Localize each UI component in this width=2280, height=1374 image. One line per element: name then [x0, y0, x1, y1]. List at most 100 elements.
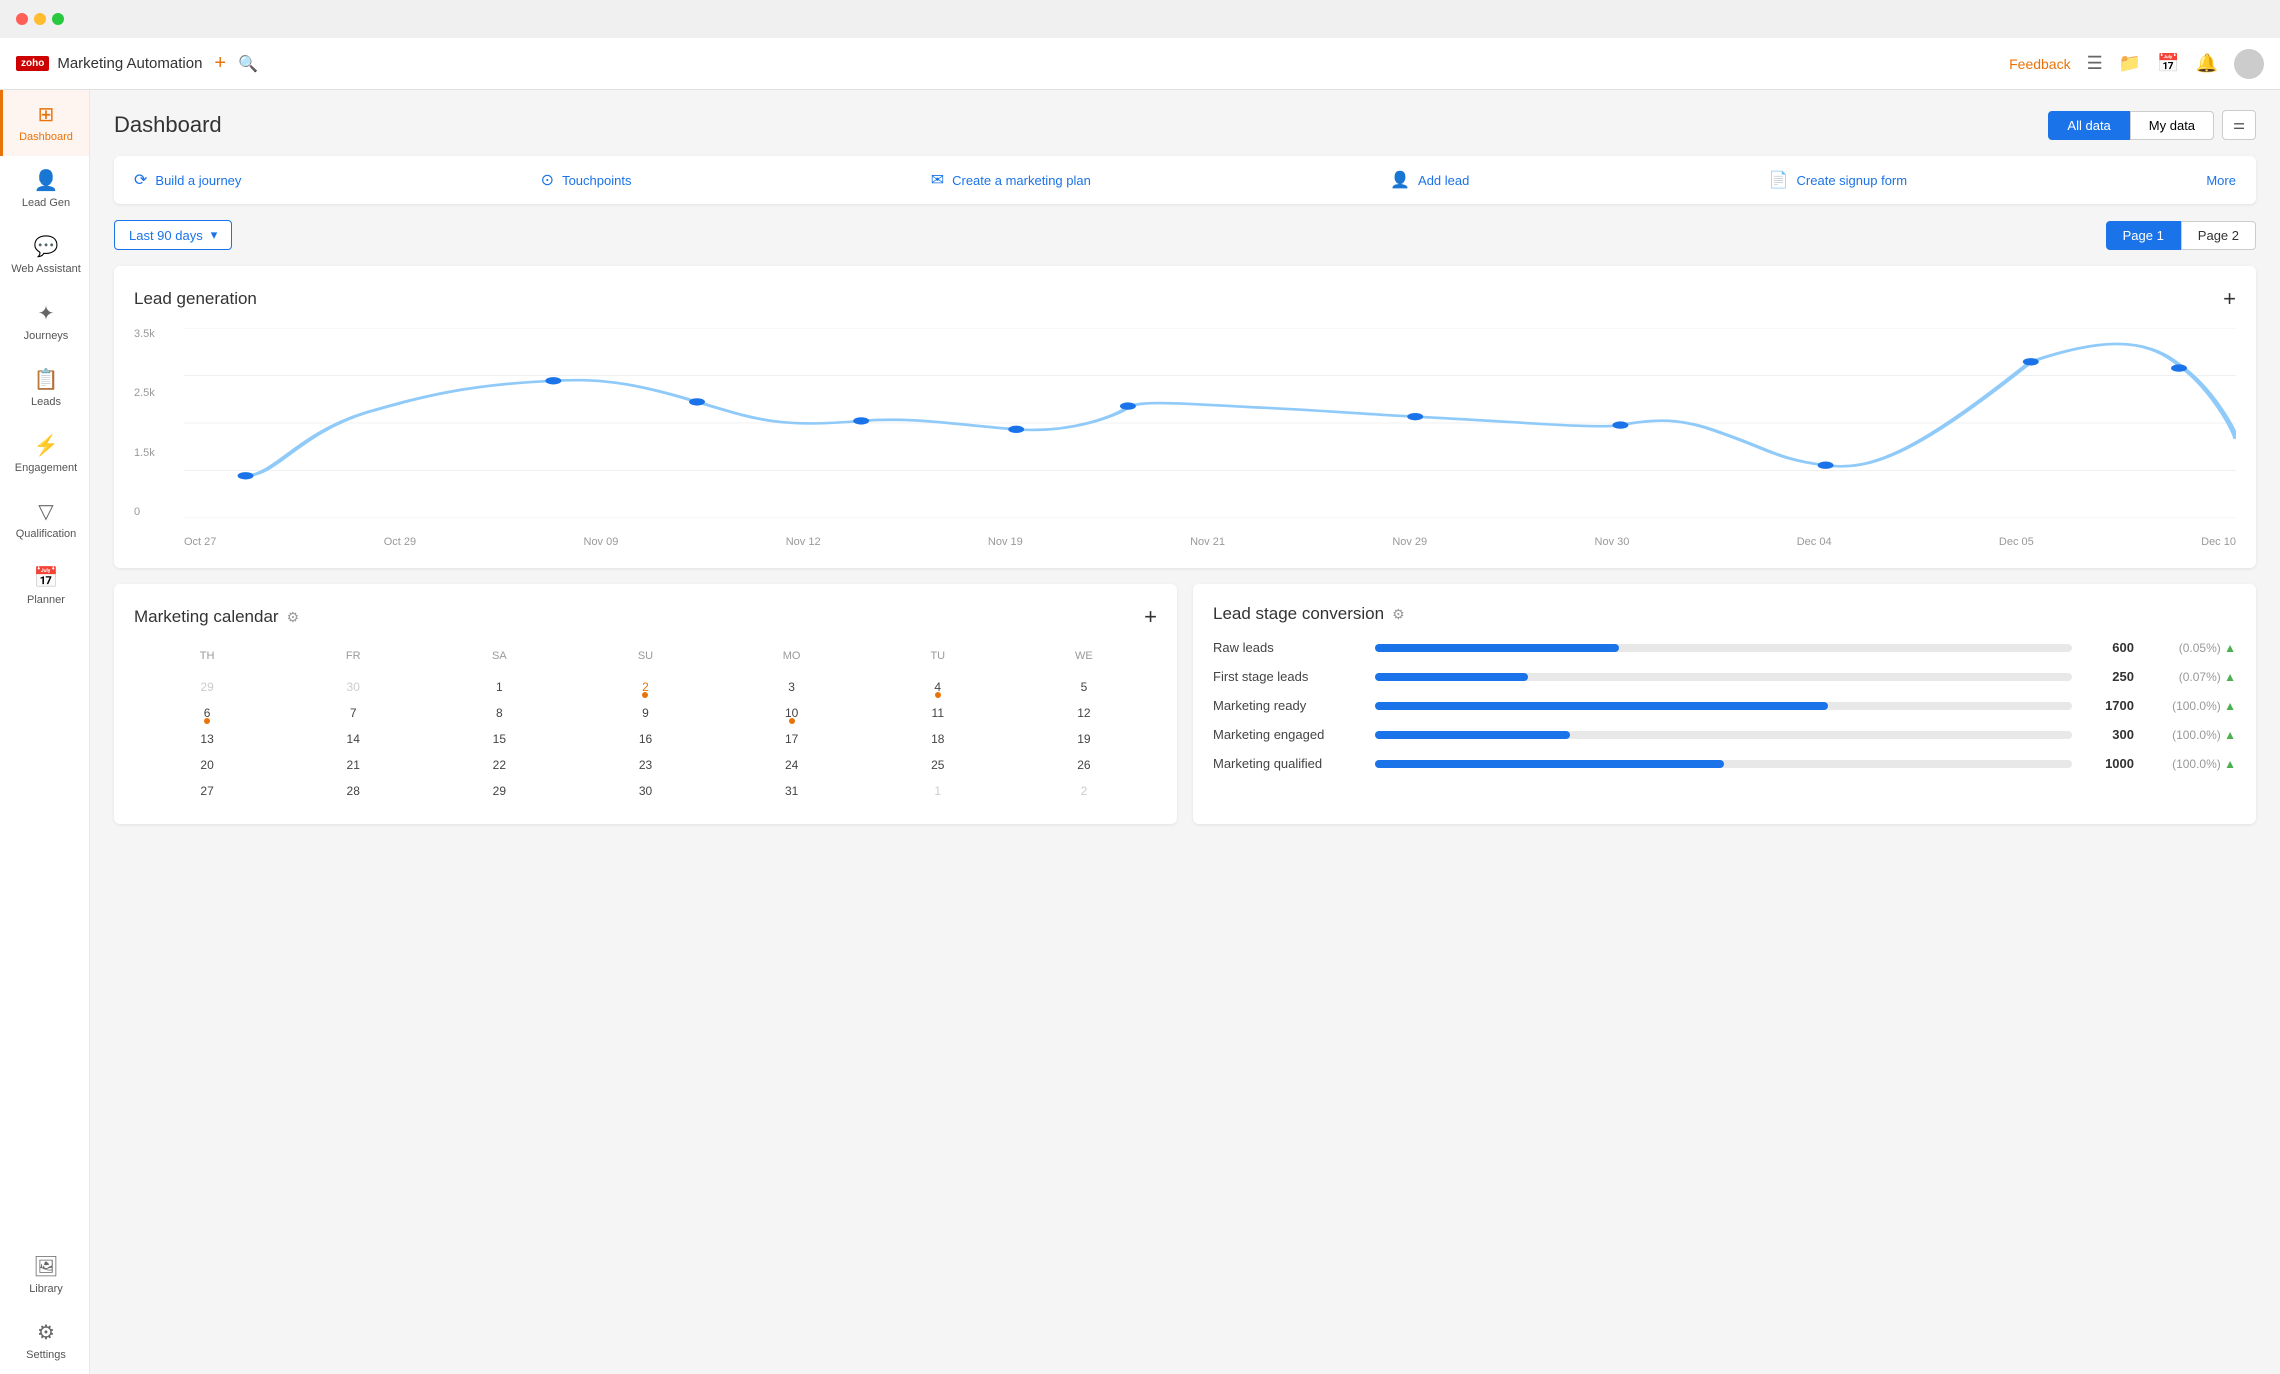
page-2-button[interactable]: Page 2	[2181, 221, 2256, 250]
build-journey-link[interactable]: ⟳ Build a journey	[134, 170, 241, 190]
cal-cell[interactable]: 29	[426, 778, 572, 804]
x-label-dec10: Dec 10	[2201, 536, 2236, 548]
conv-value-mkt-qualified: 1000	[2084, 756, 2134, 771]
maximize-dot[interactable]	[52, 13, 64, 25]
cal-cell[interactable]: 15	[426, 726, 572, 752]
cal-cell[interactable]: 2	[1011, 778, 1157, 804]
day-header-tu: TU	[865, 646, 1011, 666]
calendar-add-button[interactable]: +	[1144, 604, 1157, 630]
cal-cell[interactable]: 3	[719, 674, 865, 700]
cal-cell[interactable]: 25	[865, 752, 1011, 778]
cal-cell[interactable]: 11	[865, 700, 1011, 726]
x-label-nov21: Nov 21	[1190, 536, 1225, 548]
calendar-settings-icon[interactable]: ⚙	[287, 609, 300, 626]
sidebar-item-leads[interactable]: 📋 Leads	[0, 355, 89, 421]
create-form-link[interactable]: 📄 Create signup form	[1769, 170, 1907, 190]
close-dot[interactable]	[16, 13, 28, 25]
cal-cell[interactable]: 27	[134, 778, 280, 804]
date-dropdown[interactable]: Last 90 days ▾	[114, 220, 232, 250]
data-point	[689, 398, 705, 405]
touchpoints-link[interactable]: ⊙ Touchpoints	[541, 170, 632, 190]
cal-cell[interactable]: 20	[134, 752, 280, 778]
cal-cell[interactable]: 28	[280, 778, 426, 804]
cal-cell[interactable]: 21	[280, 752, 426, 778]
cal-cell[interactable]: 8	[426, 700, 572, 726]
cal-cell[interactable]: 31	[719, 778, 865, 804]
page-1-button[interactable]: Page 1	[2106, 221, 2181, 250]
calendar-week-4: 20 21 22 23 24 25 26	[134, 752, 1157, 778]
add-lead-link[interactable]: 👤 Add lead	[1390, 170, 1469, 190]
sidebar-item-web-assistant[interactable]: 💬 Web Assistant	[0, 222, 89, 288]
conversion-title: Lead stage conversion	[1213, 604, 1384, 624]
cal-cell[interactable]: 17	[719, 726, 865, 752]
lead-gen-add-icon[interactable]: +	[2223, 286, 2236, 312]
conv-bar-mkt-qualified	[1375, 760, 1724, 768]
cal-cell[interactable]: 30	[280, 674, 426, 700]
search-button[interactable]: 🔍	[238, 54, 258, 74]
sidebar-item-engagement[interactable]: ⚡ Engagement	[0, 421, 89, 487]
data-toggle: All data My data	[2048, 111, 2214, 140]
conv-label-mkt-engaged: Marketing engaged	[1213, 727, 1363, 742]
cal-cell[interactable]: 13	[134, 726, 280, 752]
cal-cell[interactable]: 24	[719, 752, 865, 778]
window-controls	[16, 13, 64, 25]
cal-cell[interactable]: 4	[865, 674, 1011, 700]
my-data-button[interactable]: My data	[2130, 111, 2214, 140]
cal-cell[interactable]: 9	[572, 700, 718, 726]
conv-bar-bg-raw	[1375, 644, 2072, 652]
cal-cell[interactable]: 16	[572, 726, 718, 752]
conv-bar-bg-mkt-ready	[1375, 702, 2072, 710]
chart-line	[246, 344, 2236, 476]
conv-label-mkt-ready: Marketing ready	[1213, 698, 1363, 713]
cal-cell[interactable]: 22	[426, 752, 572, 778]
list-view-icon[interactable]: ☰	[2087, 53, 2103, 74]
conversion-settings-icon[interactable]: ⚙	[1392, 606, 1405, 623]
cal-cell[interactable]: 2	[572, 674, 718, 700]
minimize-dot[interactable]	[34, 13, 46, 25]
cal-cell[interactable]: 19	[1011, 726, 1157, 752]
cal-cell[interactable]: 26	[1011, 752, 1157, 778]
sidebar-item-journeys[interactable]: ✦ Journeys	[0, 289, 89, 355]
cal-cell[interactable]: 1	[426, 674, 572, 700]
chart-x-labels: Oct 27 Oct 29 Nov 09 Nov 12 Nov 19 Nov 2…	[184, 536, 2236, 548]
cal-cell[interactable]: 5	[1011, 674, 1157, 700]
dashboard-header: Dashboard All data My data ⚌	[114, 110, 2256, 140]
feedback-link[interactable]: Feedback	[2009, 56, 2070, 72]
create-plan-link[interactable]: ✉ Create a marketing plan	[931, 170, 1091, 190]
cal-cell[interactable]: 14	[280, 726, 426, 752]
cal-cell[interactable]: 23	[572, 752, 718, 778]
day-header-sa: SA	[426, 646, 572, 666]
filter-icon-button[interactable]: ⚌	[2222, 110, 2256, 140]
cal-cell[interactable]: 30	[572, 778, 718, 804]
all-data-button[interactable]: All data	[2048, 111, 2129, 140]
folder-icon[interactable]: 📁	[2119, 53, 2141, 74]
x-label-nov29: Nov 29	[1392, 536, 1427, 548]
calendar-icon[interactable]: 📅	[2157, 53, 2179, 74]
add-button[interactable]: +	[214, 52, 226, 75]
conv-value-mkt-ready: 1700	[2084, 698, 2134, 713]
bell-icon[interactable]: 🔔	[2196, 53, 2218, 74]
cal-cell[interactable]: 10	[719, 700, 865, 726]
trend-up-icon: ▲	[2224, 728, 2236, 742]
sidebar-item-dashboard[interactable]: ⊞ Dashboard	[0, 90, 89, 156]
header-controls: All data My data ⚌	[2048, 110, 2256, 140]
sidebar-item-qualification[interactable]: ▽ Qualification	[0, 487, 89, 553]
sidebar-item-planner[interactable]: 📅 Planner	[0, 553, 89, 619]
topnav-icons: Feedback ☰ 📁 📅 🔔	[2009, 49, 2264, 79]
sidebar-item-lead-gen[interactable]: 👤 Lead Gen	[0, 156, 89, 222]
conv-pct-mkt-ready: (100.0%) ▲	[2146, 699, 2236, 713]
more-link[interactable]: More	[2206, 173, 2236, 188]
app-title: Marketing Automation	[57, 55, 202, 72]
chevron-down-icon: ▾	[211, 227, 218, 243]
cal-cell[interactable]: 6	[134, 700, 280, 726]
conv-label-first: First stage leads	[1213, 669, 1363, 684]
sidebar-item-library[interactable]: 🖼 Library	[0, 1242, 89, 1308]
cal-cell[interactable]: 1	[865, 778, 1011, 804]
cal-cell[interactable]: 18	[865, 726, 1011, 752]
cal-cell[interactable]: 7	[280, 700, 426, 726]
cal-cell[interactable]: 12	[1011, 700, 1157, 726]
user-avatar[interactable]	[2234, 49, 2264, 79]
cal-cell[interactable]: 29	[134, 674, 280, 700]
calendar-card-header: Marketing calendar ⚙ +	[134, 604, 1157, 630]
sidebar-item-settings[interactable]: ⚙ Settings	[0, 1308, 89, 1374]
